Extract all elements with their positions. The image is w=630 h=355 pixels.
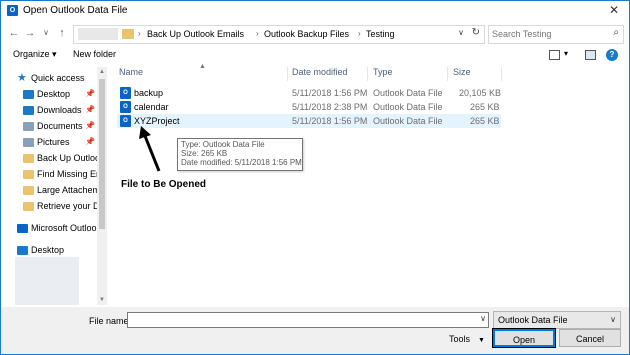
cancel-button[interactable]: Cancel: [559, 329, 621, 347]
file-type-value: Outlook Data File: [498, 315, 568, 325]
annotation-label: File to Be Opened: [121, 179, 207, 190]
chevron-down-icon: ▼: [478, 337, 485, 344]
file-type-select[interactable]: Outlook Data File ∨: [493, 311, 621, 329]
file-name-input[interactable]: ∨: [127, 312, 489, 328]
chevron-down-icon: ∨: [610, 315, 616, 324]
chevron-down-icon[interactable]: ∨: [480, 314, 486, 323]
open-file-dialog: O Open Outlook Data File ✕ ← → ∨ ↑ › Bac…: [0, 0, 630, 355]
dialog-footer: File name: ∨ Outlook Data File ∨ Tools ▼ …: [1, 307, 629, 354]
open-button[interactable]: Open: [492, 328, 556, 348]
tools-button[interactable]: Tools ▼: [449, 334, 485, 344]
annotation-arrow-icon: [139, 126, 161, 172]
tools-label: Tools: [449, 334, 471, 344]
file-name-label: File name:: [89, 316, 132, 326]
